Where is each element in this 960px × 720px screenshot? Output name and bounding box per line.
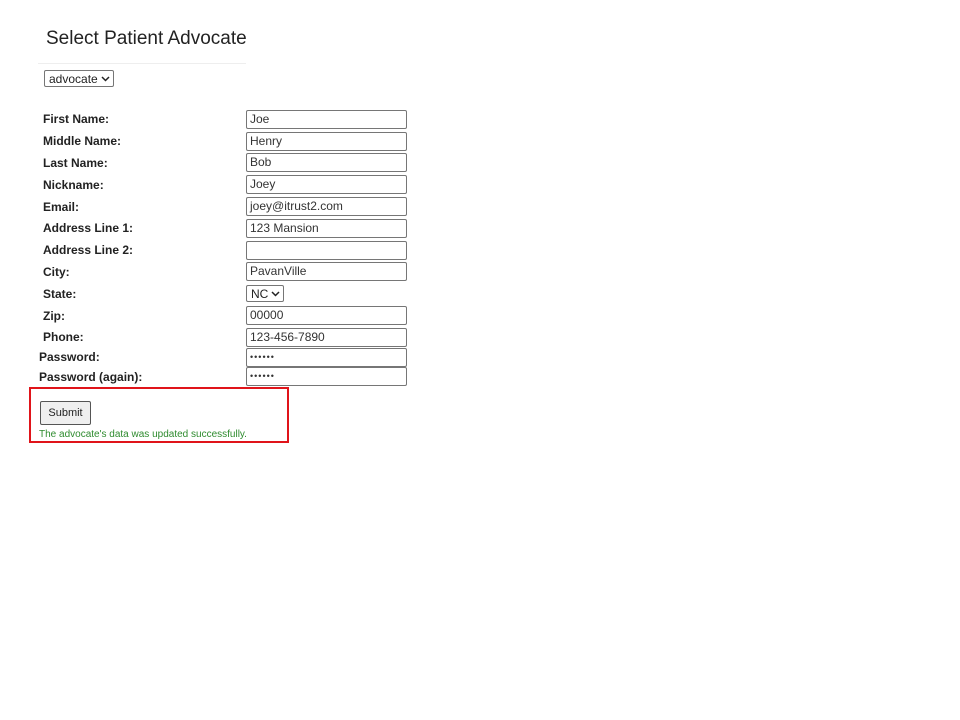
advocate-edit-page: Select Patient Advocate advocate First N…: [0, 0, 960, 720]
middle-name-field[interactable]: Henry: [246, 132, 407, 151]
nickname-field[interactable]: Joey: [246, 175, 407, 194]
submit-button[interactable]: Submit: [40, 401, 91, 425]
zip-label: Zip:: [43, 309, 65, 323]
state-select[interactable]: NC: [246, 285, 285, 302]
password-again-field[interactable]: ••••••: [246, 367, 407, 386]
phone-field[interactable]: 123-456-7890: [246, 328, 407, 347]
last-name-label: Last Name:: [43, 156, 108, 170]
city-field[interactable]: PavanVille: [246, 262, 407, 281]
middle-name-label: Middle Name:: [43, 134, 122, 148]
address1-label: Address Line 1:: [43, 221, 134, 235]
phone-label: Phone:: [43, 330, 84, 344]
page-title: Select Patient Advocate: [46, 28, 247, 49]
last-name-field[interactable]: Bob: [246, 153, 407, 172]
password-label: Password:: [39, 350, 100, 364]
address2-field[interactable]: [246, 241, 407, 260]
success-message: The advocate's data was updated successf…: [39, 429, 247, 440]
state-label: State:: [43, 287, 77, 301]
nickname-label: Nickname:: [43, 178, 104, 192]
chevron-down-icon: [271, 290, 280, 297]
password-again-label: Password (again):: [39, 370, 143, 384]
title-divider: [38, 63, 246, 64]
state-select-value: NC: [251, 286, 269, 301]
advocate-select-value: advocate: [49, 71, 98, 86]
email-label: Email:: [43, 200, 80, 214]
password-field[interactable]: ••••••: [246, 348, 407, 367]
first-name-label: First Name:: [43, 112, 110, 126]
advocate-select[interactable]: advocate: [44, 70, 114, 87]
first-name-field[interactable]: Joe: [246, 110, 407, 129]
chevron-down-icon: [101, 75, 110, 82]
zip-field[interactable]: 00000: [246, 306, 407, 325]
email-field[interactable]: joey@itrust2.com: [246, 197, 407, 216]
city-label: City:: [43, 265, 70, 279]
address1-field[interactable]: 123 Mansion: [246, 219, 407, 238]
address2-label: Address Line 2:: [43, 243, 134, 257]
